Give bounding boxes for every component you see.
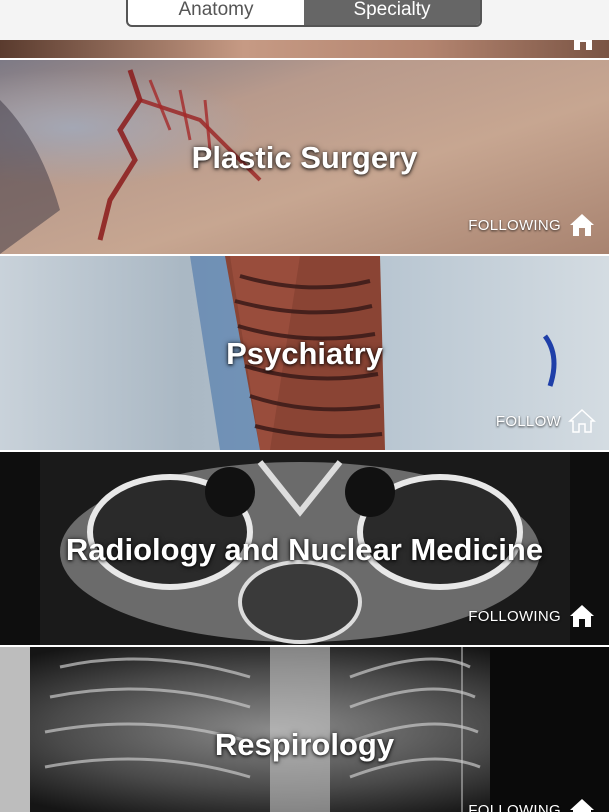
follow-status-label: FOLLOW <box>495 412 561 430</box>
specialty-panel-respirology[interactable]: Respirology FOLLOWING <box>0 647 609 812</box>
follow-status-label: FOLLOWING <box>468 607 561 625</box>
follow-status-label: FOLLOWING <box>468 801 561 812</box>
specialty-title: Radiology and Nuclear Medicine <box>65 532 544 567</box>
specialty-title: Psychiatry <box>226 336 383 371</box>
segmented-control: Anatomy Specialty <box>126 0 482 27</box>
tab-anatomy[interactable]: Anatomy <box>128 0 304 25</box>
tab-specialty[interactable]: Specialty <box>304 0 480 25</box>
specialty-panel-radiology[interactable]: Radiology and Nuclear Medicine FOLLOWING <box>0 452 609 645</box>
follow-status[interactable]: FOLLOWING <box>468 212 597 238</box>
follow-status[interactable]: FOLLOWING <box>468 797 597 812</box>
home-filled-icon <box>570 799 594 812</box>
follow-status[interactable]: FOLLOW <box>496 408 597 434</box>
specialty-panel-psychiatry[interactable]: Psychiatry FOLLOW <box>0 256 609 450</box>
panel-image <box>0 40 609 58</box>
home-filled-icon <box>570 605 594 627</box>
specialty-title: Plastic Surgery <box>191 140 418 175</box>
specialty-title: Respirology <box>214 727 395 762</box>
home-filled-icon <box>574 40 592 50</box>
top-bar: Anatomy Specialty <box>0 0 609 40</box>
specialty-panel-plastic-surgery[interactable]: Plastic Surgery FOLLOWING <box>0 60 609 254</box>
specialty-panel-partial[interactable] <box>0 40 609 58</box>
home-outline-icon <box>568 408 596 433</box>
follow-status-label: FOLLOWING <box>468 216 561 234</box>
follow-status[interactable]: FOLLOWING <box>468 603 597 629</box>
home-filled-icon <box>570 214 594 236</box>
